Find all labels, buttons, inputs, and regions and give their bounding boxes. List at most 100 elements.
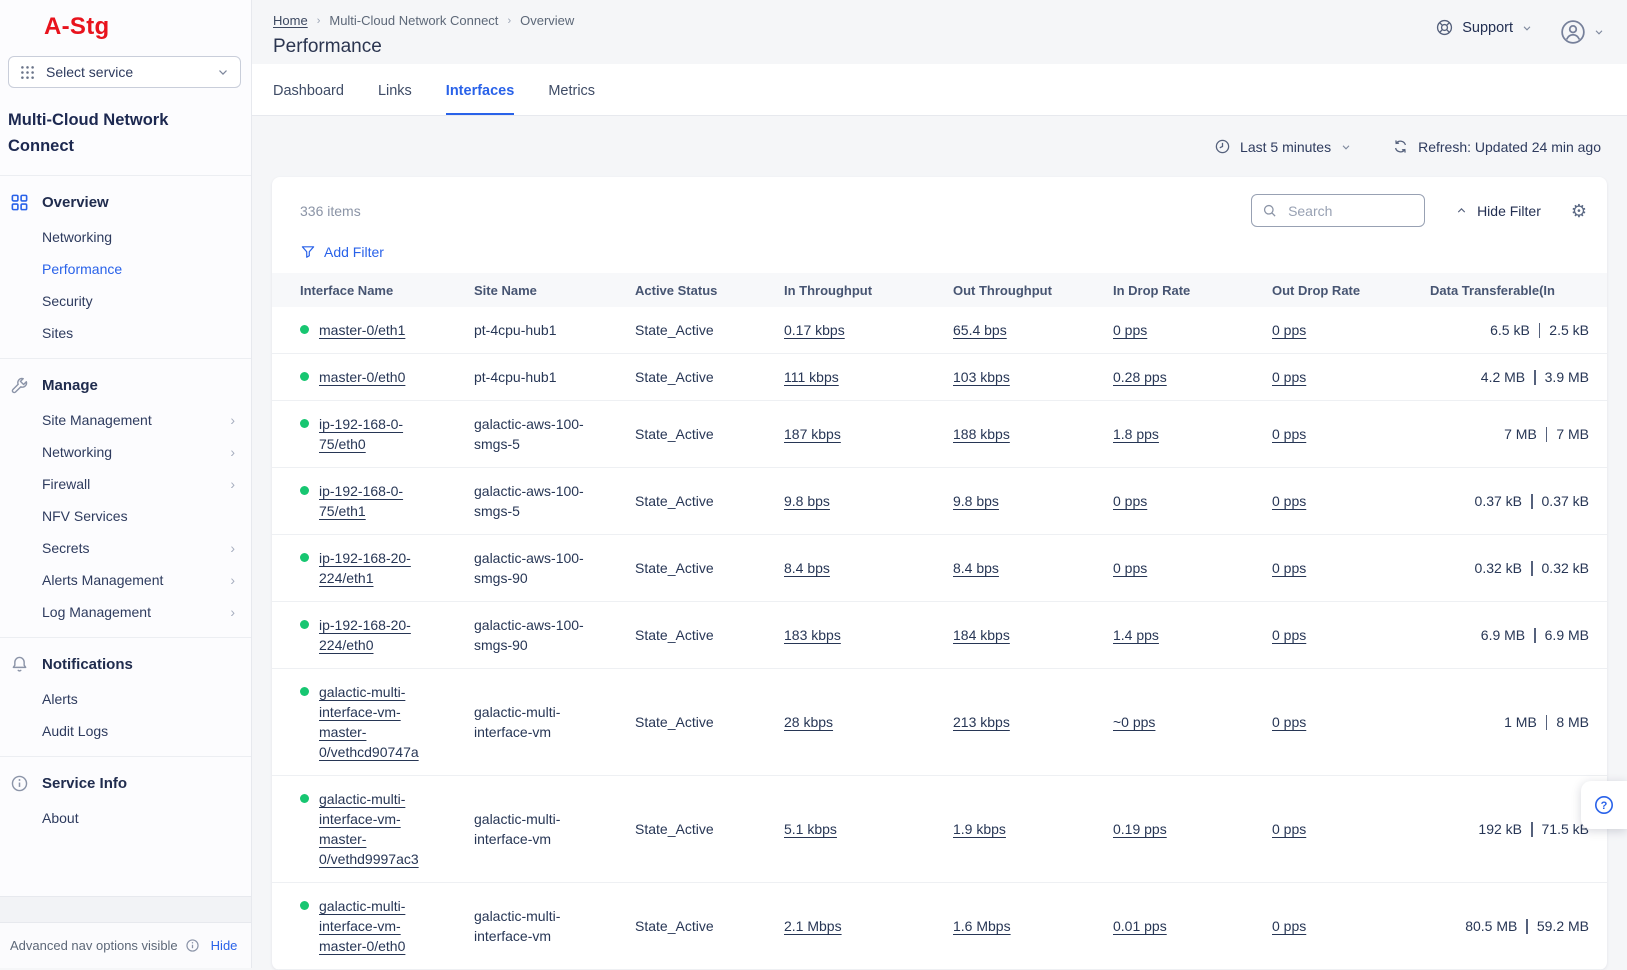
in-throughput-link[interactable]: 111 kbps: [784, 369, 839, 385]
in-throughput-link[interactable]: 183 kbps: [784, 627, 841, 643]
in-drop-rate-link[interactable]: 1.8 pps: [1113, 426, 1159, 442]
sidebar-section-overview[interactable]: Overview: [0, 184, 251, 221]
sidebar-section-manage[interactable]: Manage: [0, 367, 251, 404]
in-drop-rate-link[interactable]: 0 pps: [1113, 322, 1147, 338]
in-drop-rate-link[interactable]: 0 pps: [1113, 493, 1147, 509]
out-throughput-link[interactable]: 9.8 bps: [953, 493, 999, 509]
support-menu[interactable]: Support: [1435, 18, 1533, 37]
grid-dots-icon: [19, 64, 36, 81]
sidebar-item-nfv-services[interactable]: NFV Services: [0, 500, 251, 532]
column-header[interactable]: Interface Name: [300, 283, 474, 298]
active-status-cell: State_Active: [635, 819, 784, 839]
gear-icon[interactable]: ⚙: [1571, 202, 1587, 220]
column-header[interactable]: In Drop Rate: [1113, 283, 1272, 298]
column-header[interactable]: Data Transferable(In: [1430, 283, 1589, 298]
sidebar-item-secrets[interactable]: Secrets›: [0, 532, 251, 564]
in-drop-rate-link[interactable]: 0.28 pps: [1113, 369, 1167, 385]
status-dot: [300, 325, 309, 334]
sidebar-item-site-management[interactable]: Site Management›: [0, 404, 251, 436]
in-throughput-link[interactable]: 9.8 bps: [784, 493, 830, 509]
out-throughput-link[interactable]: 184 kbps: [953, 627, 1010, 643]
table-body: master-0/eth1 pt-4cpu-hub1 State_Active …: [272, 307, 1607, 970]
column-header[interactable]: Out Throughput: [953, 283, 1113, 298]
user-menu[interactable]: [1559, 18, 1605, 46]
sidebar-section-service-info[interactable]: Service Info: [0, 765, 251, 802]
out-drop-rate-link[interactable]: 0 pps: [1272, 322, 1306, 338]
out-throughput-link[interactable]: 103 kbps: [953, 369, 1010, 385]
interface-name-link[interactable]: galactic-multi-interface-vm-master-0/eth…: [319, 896, 435, 956]
sidebar-item-log-management[interactable]: Log Management›: [0, 596, 251, 628]
brand-logo[interactable]: A-Stg: [0, 0, 251, 54]
out-drop-rate-link[interactable]: 0 pps: [1272, 627, 1306, 643]
in-drop-rate-link[interactable]: 1.4 pps: [1113, 627, 1159, 643]
search-box[interactable]: [1251, 194, 1425, 227]
in-drop-rate-link[interactable]: 0.19 pps: [1113, 821, 1167, 837]
out-drop-rate-link[interactable]: 0 pps: [1272, 426, 1306, 442]
tab-links[interactable]: Links: [378, 83, 412, 115]
column-header[interactable]: In Throughput: [784, 283, 953, 298]
interface-name-link[interactable]: ip-192-168-0-75/eth0: [319, 414, 435, 454]
in-throughput-link[interactable]: 187 kbps: [784, 426, 841, 442]
column-header[interactable]: Active Status: [635, 283, 784, 298]
help-button[interactable]: ?: [1581, 781, 1627, 829]
in-throughput-link[interactable]: 5.1 kbps: [784, 821, 837, 837]
out-drop-rate-link[interactable]: 0 pps: [1272, 493, 1306, 509]
sidebar-item-sites[interactable]: Sites: [0, 317, 251, 349]
in-throughput-link[interactable]: 0.17 kbps: [784, 322, 845, 338]
items-count: 336 items: [300, 203, 361, 219]
tab-dashboard[interactable]: Dashboard: [273, 83, 344, 115]
interface-name-link[interactable]: ip-192-168-20-224/eth1: [319, 548, 435, 588]
column-header[interactable]: Site Name: [474, 283, 635, 298]
out-drop-rate-link[interactable]: 0 pps: [1272, 560, 1306, 576]
breadcrumb-home[interactable]: Home: [273, 13, 308, 28]
in-drop-rate-link[interactable]: ~0 pps: [1113, 714, 1155, 730]
sidebar-item-audit-logs[interactable]: Audit Logs: [0, 715, 251, 747]
in-throughput-link[interactable]: 8.4 bps: [784, 560, 830, 576]
interface-name-link[interactable]: ip-192-168-20-224/eth0: [319, 615, 435, 655]
out-drop-rate-link[interactable]: 0 pps: [1272, 918, 1306, 934]
sidebar-item-firewall[interactable]: Firewall›: [0, 468, 251, 500]
refresh-button[interactable]: Refresh: Updated 24 min ago: [1392, 138, 1601, 155]
out-throughput-link[interactable]: 1.6 Mbps: [953, 918, 1011, 934]
time-range-select[interactable]: Last 5 minutes: [1214, 138, 1352, 155]
out-throughput-link[interactable]: 8.4 bps: [953, 560, 999, 576]
interface-name-link[interactable]: master-0/eth1: [319, 320, 405, 340]
search-input[interactable]: [1286, 202, 1414, 220]
sidebar-item-alerts-management[interactable]: Alerts Management›: [0, 564, 251, 596]
interface-name-link[interactable]: galactic-multi-interface-vm-master-0/vet…: [319, 682, 435, 762]
column-header[interactable]: Out Drop Rate: [1272, 283, 1430, 298]
clock-icon: [1214, 138, 1231, 155]
in-drop-rate-link[interactable]: 0.01 pps: [1113, 918, 1167, 934]
interface-name-link[interactable]: galactic-multi-interface-vm-master-0/vet…: [319, 789, 435, 869]
in-throughput-link[interactable]: 2.1 Mbps: [784, 918, 842, 934]
sidebar-section-notifications[interactable]: Notifications: [0, 646, 251, 683]
active-status-cell: State_Active: [635, 916, 784, 936]
out-throughput-link[interactable]: 213 kbps: [953, 714, 1010, 730]
sidebar-item-about[interactable]: About: [0, 802, 251, 834]
hide-filter-toggle[interactable]: Hide Filter: [1455, 203, 1541, 219]
sidebar-item-networking-manage[interactable]: Networking›: [0, 436, 251, 468]
in-drop-rate-link[interactable]: 0 pps: [1113, 560, 1147, 576]
sidebar-item-alerts[interactable]: Alerts: [0, 683, 251, 715]
out-throughput-link[interactable]: 1.9 kbps: [953, 821, 1006, 837]
in-throughput-link[interactable]: 28 kbps: [784, 714, 833, 730]
tab-metrics[interactable]: Metrics: [548, 83, 595, 115]
out-drop-rate-link[interactable]: 0 pps: [1272, 714, 1306, 730]
site-name-cell: pt-4cpu-hub1: [474, 320, 598, 340]
sidebar-item-security[interactable]: Security: [0, 285, 251, 317]
out-throughput-link[interactable]: 188 kbps: [953, 426, 1010, 442]
add-filter-button[interactable]: Add Filter: [272, 227, 1607, 273]
out-drop-rate-link[interactable]: 0 pps: [1272, 369, 1306, 385]
interface-name-link[interactable]: ip-192-168-0-75/eth1: [319, 481, 435, 521]
out-drop-rate-link[interactable]: 0 pps: [1272, 821, 1306, 837]
out-throughput-link[interactable]: 65.4 bps: [953, 322, 1007, 338]
hide-advanced-nav-link[interactable]: Hide: [211, 938, 238, 953]
interface-name-link[interactable]: master-0/eth0: [319, 367, 405, 387]
sidebar-item-networking[interactable]: Networking: [0, 221, 251, 253]
sidebar-item-performance[interactable]: Performance: [0, 253, 251, 285]
table-row: galactic-multi-interface-vm-master-0/vet…: [272, 776, 1607, 883]
info-circle-icon[interactable]: [185, 938, 200, 953]
tab-interfaces[interactable]: Interfaces: [446, 83, 515, 115]
service-selector[interactable]: Select service: [8, 56, 241, 88]
time-controls: Last 5 minutes Refresh: Updated 24 min a…: [252, 116, 1627, 155]
